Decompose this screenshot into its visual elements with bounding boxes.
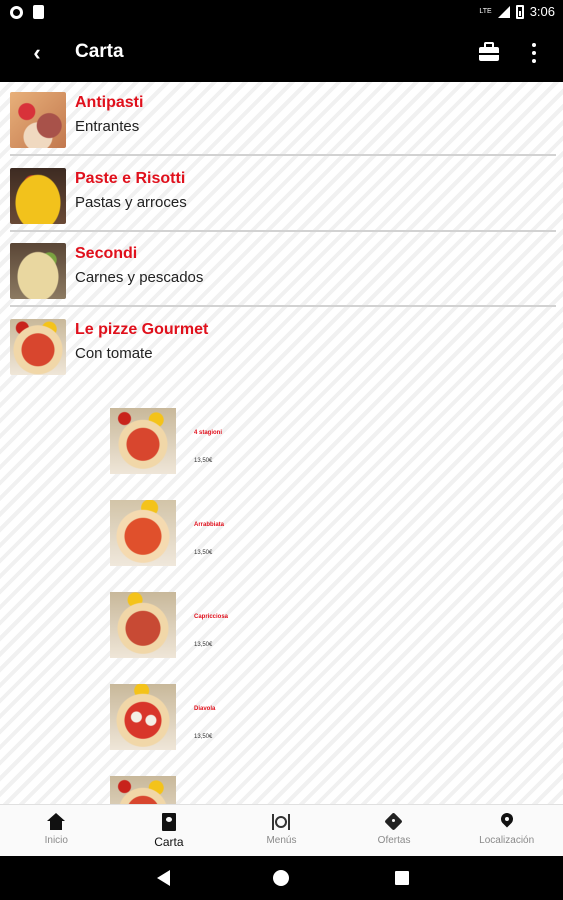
- back-button[interactable]: ‹: [22, 38, 52, 68]
- pizza-thumbnail: [110, 684, 176, 750]
- pizza-price: 13,50€: [194, 458, 213, 464]
- category-thumbnail: [10, 319, 66, 375]
- pizza-thumbnail: [110, 592, 176, 658]
- briefcase-button[interactable]: [478, 41, 500, 63]
- pizza-thumbnail: [110, 776, 176, 804]
- category-le-pizze-gourmet[interactable]: Le pizze Gourmet Con tomate: [0, 309, 563, 383]
- divider: [10, 230, 556, 232]
- app-bar: ‹ Carta: [0, 24, 563, 82]
- more-options-button[interactable]: [524, 40, 544, 66]
- menus-icon: [271, 813, 291, 831]
- pizza-thumbnail: [110, 500, 176, 566]
- nav-tab-menus[interactable]: Menús: [225, 805, 338, 856]
- category-antipasti[interactable]: Antipasti Entrantes: [0, 82, 563, 156]
- network-type: LTE: [479, 8, 492, 15]
- carta-icon: [159, 813, 179, 831]
- pizza-name: Arrabbiata: [194, 522, 225, 528]
- notification-dot-icon: [10, 5, 23, 19]
- nav-tab-carta[interactable]: Carta: [113, 805, 226, 856]
- clock: 3:06: [529, 4, 555, 19]
- category-paste-e-risotti[interactable]: Paste e Risotti Pastas y arroces: [0, 158, 563, 232]
- nav-tab-ofertas[interactable]: Ofertas: [338, 805, 451, 856]
- nav-label: Ofertas: [377, 835, 411, 846]
- menu-list: Antipasti Entrantes Paste e Risotti Past…: [0, 82, 563, 804]
- bottom-navigation: Inicio Carta Menús Ofertas Localización: [0, 804, 563, 856]
- ofertas-icon: [384, 813, 404, 831]
- nav-tab-localizacion[interactable]: Localización: [450, 805, 563, 856]
- pizza-price: 13,50€: [194, 550, 213, 556]
- pizza-name: Diavola: [194, 706, 216, 712]
- location-icon: [497, 813, 517, 831]
- nav-label: Inicio: [44, 835, 68, 846]
- divider: [10, 154, 556, 156]
- signal-icon: [497, 5, 510, 18]
- sd-card-icon: [33, 5, 44, 19]
- pizza-item[interactable]: Arrabbiata 13,50€: [110, 500, 410, 566]
- category-subtitle: Con tomate: [75, 345, 153, 362]
- nav-label: Carta: [154, 835, 184, 849]
- pizza-item[interactable]: 4 stagioni 13,50€: [110, 408, 410, 474]
- category-subtitle: Pastas y arroces: [75, 194, 187, 211]
- divider: [10, 305, 556, 307]
- system-navigation-bar: [0, 856, 563, 900]
- category-title: Antipasti: [75, 94, 144, 111]
- category-thumbnail: [10, 92, 66, 148]
- pizza-item-partial[interactable]: [110, 776, 410, 804]
- nav-label: Menús: [266, 835, 297, 846]
- battery-icon: [515, 4, 524, 19]
- home-icon: [46, 813, 66, 831]
- nav-tab-inicio[interactable]: Inicio: [0, 805, 113, 856]
- pizza-item[interactable]: Diavola 13,50€: [110, 684, 410, 750]
- category-secondi[interactable]: Secondi Carnes y pescados: [0, 233, 563, 307]
- pizza-price: 13,50€: [194, 642, 213, 648]
- category-title: Le pizze Gourmet: [75, 321, 209, 338]
- category-thumbnail: [10, 243, 66, 299]
- pizza-name: 4 stagioni: [194, 430, 223, 436]
- pizza-thumbnail: [110, 408, 176, 474]
- status-bar: LTE 3:06: [0, 0, 563, 24]
- pizza-name: Capricciosa: [194, 614, 229, 620]
- more-vert-icon: [532, 43, 536, 47]
- category-title: Secondi: [75, 245, 138, 262]
- category-subtitle: Entrantes: [75, 118, 140, 135]
- page-title: Carta: [75, 41, 124, 62]
- category-thumbnail: [10, 168, 66, 224]
- category-subtitle: Carnes y pescados: [75, 269, 204, 286]
- chevron-left-icon: ‹: [33, 40, 41, 65]
- system-recents-icon[interactable]: [395, 871, 409, 885]
- pizza-item[interactable]: Capricciosa 13,50€: [110, 592, 410, 658]
- system-home-icon[interactable]: [273, 870, 289, 886]
- system-back-icon[interactable]: [157, 870, 170, 886]
- category-title: Paste e Risotti: [75, 170, 186, 187]
- nav-label: Localización: [479, 835, 535, 846]
- pizza-price: 13,50€: [194, 734, 213, 740]
